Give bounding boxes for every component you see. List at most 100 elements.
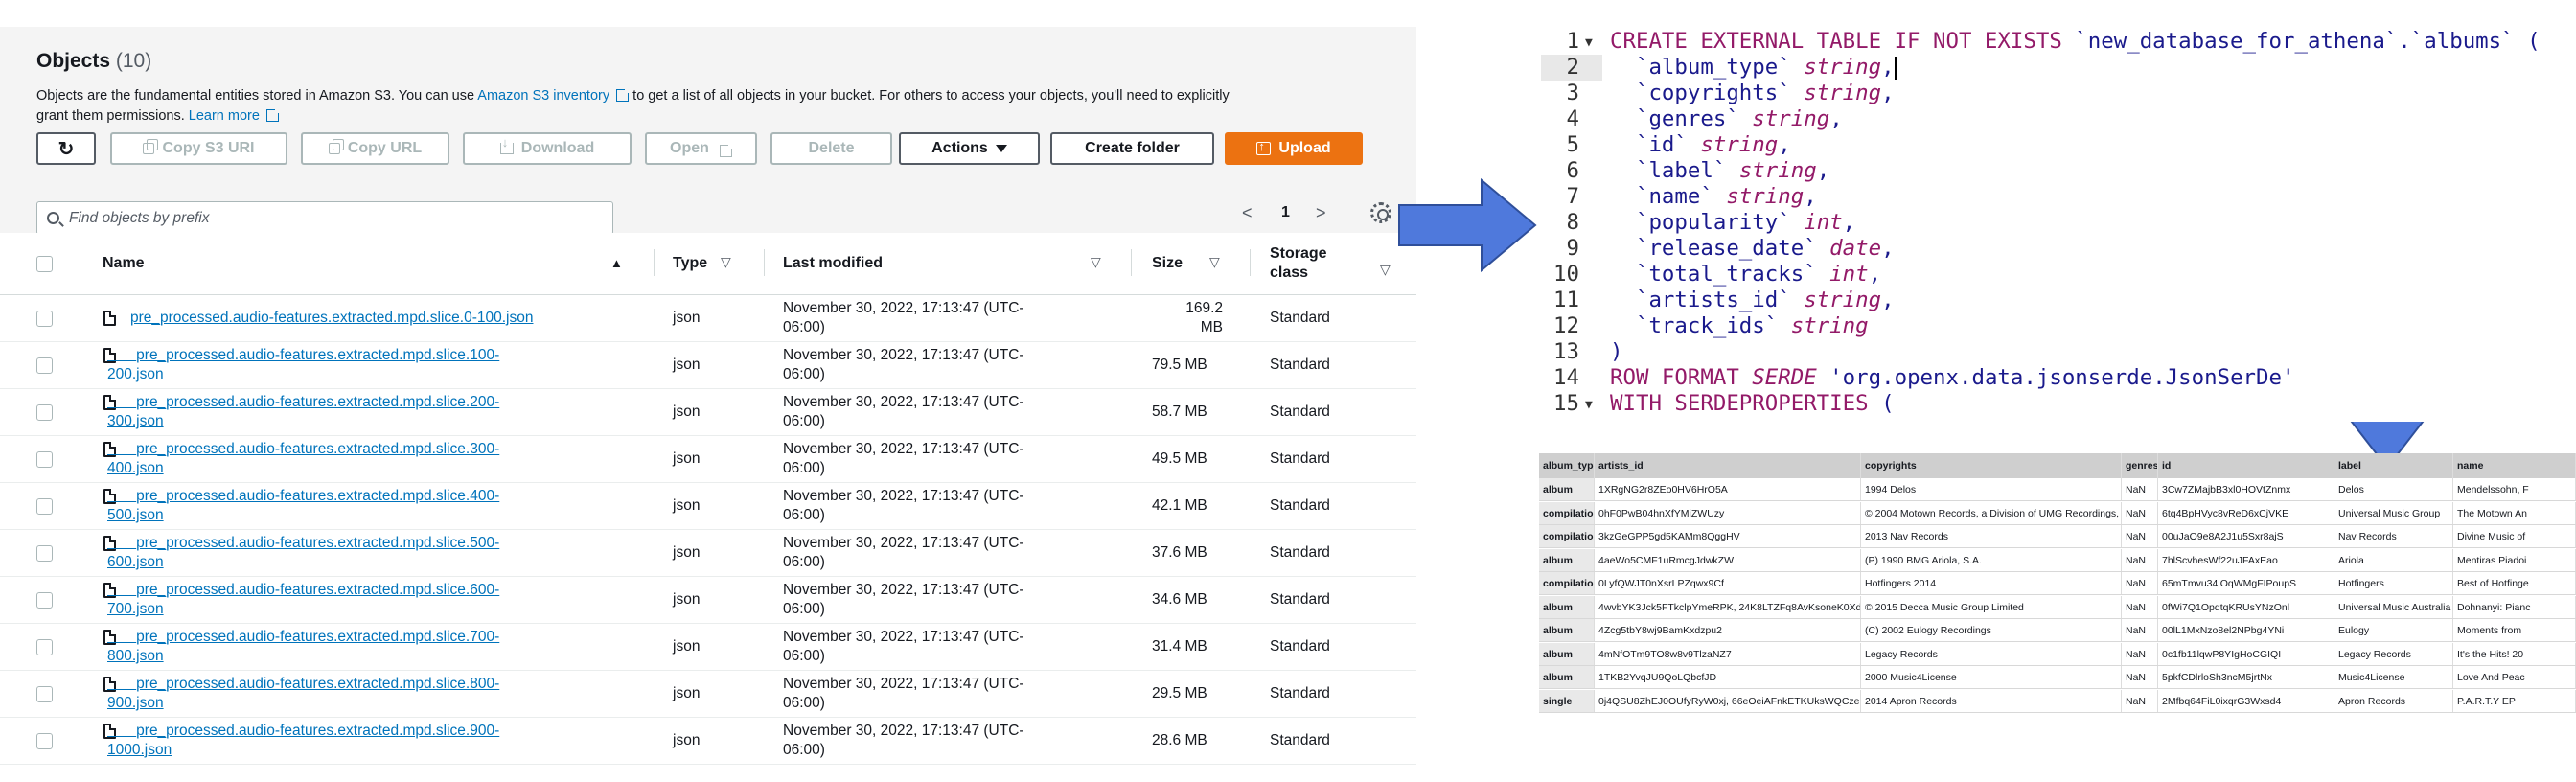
sheet-cell[interactable]: NaN [2122, 548, 2158, 571]
sheet-column-header[interactable]: label [2334, 453, 2453, 478]
table-row[interactable]: pre_processed.audio-features.extracted.m… [0, 295, 1416, 342]
column-last-modified[interactable]: Last modified [783, 254, 883, 273]
code-line[interactable]: 10 `total_tracks` int, [1541, 262, 2576, 288]
sheet-cell[interactable]: Universal Music Australia Pty. Ltd. [2334, 595, 2453, 618]
sheet-cell[interactable]: 2014 Apron Records [1861, 689, 2122, 712]
sheet-cell[interactable]: album [1539, 548, 1595, 571]
sheet-cell[interactable]: 5pkfCDlrloSh3ncM5jrtNx [2158, 666, 2334, 688]
sheet-cell[interactable]: It's the Hits! 20 [2453, 642, 2576, 665]
sheet-cell[interactable]: Legacy Records [1861, 642, 2122, 665]
table-row[interactable]: pre_processed.audio-features.extracted.m… [0, 577, 1416, 624]
code-line[interactable]: 3 `copyrights` string, [1541, 80, 2576, 106]
sheet-cell[interactable]: P.A.R.T.Y EP [2453, 689, 2576, 712]
sheet-cell[interactable]: 0hF0PwB04hnXfYMiZWUzy [1595, 501, 1861, 524]
sheet-cell[interactable]: (C) 2002 Eulogy Recordings [1861, 619, 2122, 641]
sheet-cell[interactable]: Mentiras Piadoi [2453, 548, 2576, 571]
learn-more-link[interactable]: Learn more [189, 108, 280, 124]
sheet-cell[interactable]: Dohnanyi: Pianc [2453, 595, 2576, 618]
download-button[interactable]: Download [463, 132, 632, 165]
code-line[interactable]: 6 `label` string, [1541, 158, 2576, 184]
code-line[interactable]: 2 `album_type` string, [1541, 55, 2576, 80]
sheet-cell[interactable]: album [1539, 619, 1595, 641]
code-line[interactable]: 13) [1541, 339, 2576, 365]
code-line[interactable]: 11 `artists_id` string, [1541, 288, 2576, 313]
delete-button[interactable]: Delete [770, 132, 892, 165]
sheet-cell[interactable]: (P) 1990 BMG Ariola, S.A. [1861, 548, 2122, 571]
code-line[interactable]: 15 ▼ WITH SERDEPROPERTIES ( [1541, 391, 2576, 417]
sheet-cell[interactable]: Mendelssohn, F [2453, 478, 2576, 500]
sheet-cell[interactable]: compilatio [1539, 501, 1595, 524]
column-storage-class[interactable]: Storage class [1270, 244, 1327, 283]
sheet-cell[interactable]: The Motown An [2453, 501, 2576, 524]
sheet-cell[interactable]: NaN [2122, 501, 2158, 524]
sheet-column-header[interactable]: album_type [1539, 453, 1595, 478]
code-line[interactable]: 9 `release_date` date, [1541, 236, 2576, 262]
sheet-cell[interactable]: 1994 Delos [1861, 478, 2122, 500]
sheet-cell[interactable]: 7hlScvhesWf22uJFAxEao [2158, 548, 2334, 571]
object-name-link[interactable]: pre_processed.audio-features.extracted.m… [104, 581, 640, 619]
row-checkbox[interactable] [36, 686, 53, 702]
column-name[interactable]: Name [103, 254, 145, 273]
sheet-cell[interactable]: 4wvbYK3Jck5FTkclpYmeRPK, 24K8LTZFq8AvKso… [1595, 595, 1861, 618]
sheet-cell[interactable]: Nav Records [2334, 525, 2453, 547]
row-checkbox[interactable] [36, 404, 53, 421]
sheet-cell[interactable]: NaN [2122, 525, 2158, 547]
sheet-cell[interactable]: 4aeWo5CMF1uRmcgJdwkZW [1595, 548, 1861, 571]
sheet-cell[interactable]: NaN [2122, 619, 2158, 641]
inventory-link[interactable]: Amazon S3 inventory [477, 88, 631, 104]
prev-page-icon[interactable]: < [1242, 203, 1253, 223]
page-number[interactable]: 1 [1281, 204, 1290, 221]
object-name-link[interactable]: pre_processed.audio-features.extracted.m… [104, 675, 640, 713]
sheet-cell[interactable]: Universal Music Group [2334, 501, 2453, 524]
sheet-cell[interactable]: compilatio [1539, 525, 1595, 547]
select-all-checkbox[interactable] [36, 256, 53, 272]
sheet-cell[interactable]: © 2015 Decca Music Group Limited [1861, 595, 2122, 618]
table-row[interactable]: pre_processed.audio-features.extracted.m… [0, 718, 1416, 765]
sql-editor[interactable]: 1 ▼ CREATE EXTERNAL TABLE IF NOT EXISTS `n… [1541, 29, 2576, 422]
object-name-link[interactable]: pre_processed.audio-features.extracted.m… [104, 534, 640, 572]
table-row[interactable]: pre_processed.audio-features.extracted.m… [0, 342, 1416, 389]
sheet-cell[interactable]: 0c1fb11lqwP8YIgHoCGIQI [2158, 642, 2334, 665]
sort-ascending-icon[interactable]: ▲ [610, 255, 624, 270]
row-checkbox[interactable] [36, 310, 53, 327]
sheet-cell[interactable]: Delos [2334, 478, 2453, 500]
row-checkbox[interactable] [36, 733, 53, 749]
sheet-cell[interactable]: NaN [2122, 689, 2158, 712]
sheet-cell[interactable]: Best of Hotfinge [2453, 572, 2576, 594]
object-name-link[interactable]: pre_processed.audio-features.extracted.m… [104, 628, 640, 666]
row-checkbox[interactable] [36, 639, 53, 656]
object-name-link[interactable]: pre_processed.audio-features.extracted.m… [104, 440, 640, 478]
sheet-cell[interactable]: Ariola [2334, 548, 2453, 571]
sheet-cell[interactable]: 2013 Nav Records [1861, 525, 2122, 547]
row-checkbox[interactable] [36, 545, 53, 562]
sheet-cell[interactable]: 65mTmvu34iOqWMgFIPoupS [2158, 572, 2334, 594]
object-name-link[interactable]: pre_processed.audio-features.extracted.m… [104, 393, 640, 431]
sheet-cell[interactable]: 3Cw7ZMajbB3xl0HOVtZnmx [2158, 478, 2334, 500]
sheet-cell[interactable]: NaN [2122, 572, 2158, 594]
sheet-cell[interactable]: Music4License [2334, 666, 2453, 688]
sheet-cell[interactable]: Eulogy [2334, 619, 2453, 641]
sheet-cell[interactable]: Love And Peac [2453, 666, 2576, 688]
sheet-cell[interactable]: 4Zcg5tbY8wj9BamKxdzpu2 [1595, 619, 1861, 641]
sheet-cell[interactable]: 4mNfOTm9TO8w8v9TlzaNZ7 [1595, 642, 1861, 665]
next-page-icon[interactable]: > [1316, 203, 1326, 223]
sheet-cell[interactable]: 00lL1MxNzo8el2NPbg4YNi [2158, 619, 2334, 641]
code-line[interactable]: 12 `track_ids` string [1541, 313, 2576, 339]
code-line[interactable]: 4 `genres` string, [1541, 106, 2576, 132]
code-line[interactable]: 1 ▼ CREATE EXTERNAL TABLE IF NOT EXISTS `n… [1541, 29, 2576, 55]
sheet-column-header[interactable]: artists_id [1595, 453, 1861, 478]
column-size[interactable]: Size [1152, 254, 1183, 273]
sheet-cell[interactable]: Hotfingers [2334, 572, 2453, 594]
refresh-button[interactable]: ↻ [36, 132, 96, 165]
sheet-cell[interactable]: Legacy Records [2334, 642, 2453, 665]
copy-url-button[interactable]: Copy URL [301, 132, 449, 165]
sheet-column-header[interactable]: copyrights [1861, 453, 2122, 478]
sheet-cell[interactable]: NaN [2122, 595, 2158, 618]
sheet-cell[interactable]: 1XRgNG2r8ZEo0HV6HrO5A [1595, 478, 1861, 500]
open-button[interactable]: Open [645, 132, 757, 165]
create-folder-button[interactable]: Create folder [1050, 132, 1214, 165]
sheet-column-header[interactable]: id [2158, 453, 2334, 478]
sheet-column-header[interactable]: genres [2122, 453, 2158, 478]
fold-toggle-icon[interactable]: ▼ [1585, 392, 1593, 418]
column-type[interactable]: Type [673, 254, 707, 273]
